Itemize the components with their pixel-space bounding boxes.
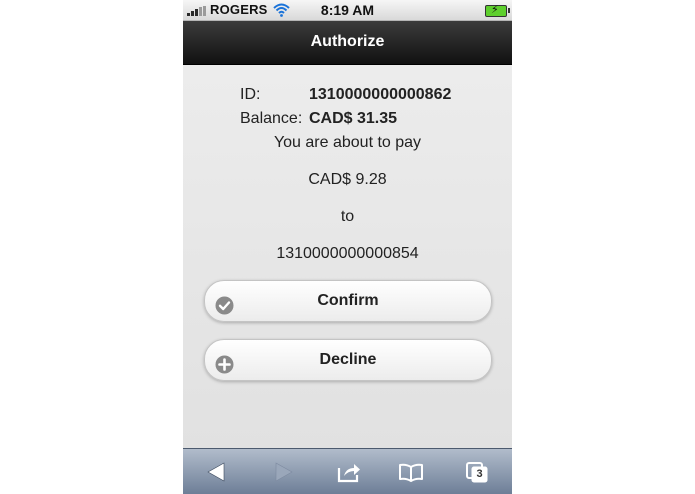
forward-arrow-icon	[270, 460, 296, 484]
phone-screen: ROGERS 8:19 AM ⚡ Authorize ID: 131000000…	[183, 0, 512, 494]
browser-toolbar: 3	[183, 448, 512, 494]
page-title: Authorize	[183, 21, 512, 65]
payment-to-label: to	[340, 208, 355, 225]
tabs-icon[interactable]: 3	[464, 460, 490, 484]
confirm-button-label: Confirm	[317, 292, 379, 309]
balance-label: Balance:	[240, 110, 303, 127]
bookmarks-icon[interactable]	[398, 460, 424, 484]
payment-amount: CAD$ 9.28	[308, 171, 387, 188]
balance-row: Balance: CAD$ 31.35	[240, 110, 480, 130]
recipient-id: 1310000000000854	[276, 245, 419, 262]
payment-intro-text: You are about to pay	[273, 134, 422, 151]
check-circle-icon	[215, 291, 234, 315]
battery-icon: ⚡	[485, 4, 510, 17]
share-icon[interactable]	[336, 460, 362, 484]
authorize-content: ID: 1310000000000862 Balance: CAD$ 31.35…	[183, 65, 512, 448]
tabs-count: 3	[476, 468, 483, 480]
account-id-label: ID:	[240, 86, 261, 103]
decline-button[interactable]: Decline	[204, 339, 492, 381]
status-bar: ROGERS 8:19 AM ⚡	[183, 0, 512, 21]
clock-time: 8:19 AM	[320, 2, 375, 18]
account-id-value: 1310000000000862	[309, 86, 452, 103]
account-id-row: ID: 1310000000000862	[240, 86, 480, 106]
confirm-button[interactable]: Confirm	[204, 280, 492, 322]
plus-circle-icon	[215, 350, 234, 374]
back-arrow-icon[interactable]	[204, 460, 230, 484]
decline-button-label: Decline	[319, 351, 377, 368]
balance-value: CAD$ 31.35	[309, 110, 398, 127]
